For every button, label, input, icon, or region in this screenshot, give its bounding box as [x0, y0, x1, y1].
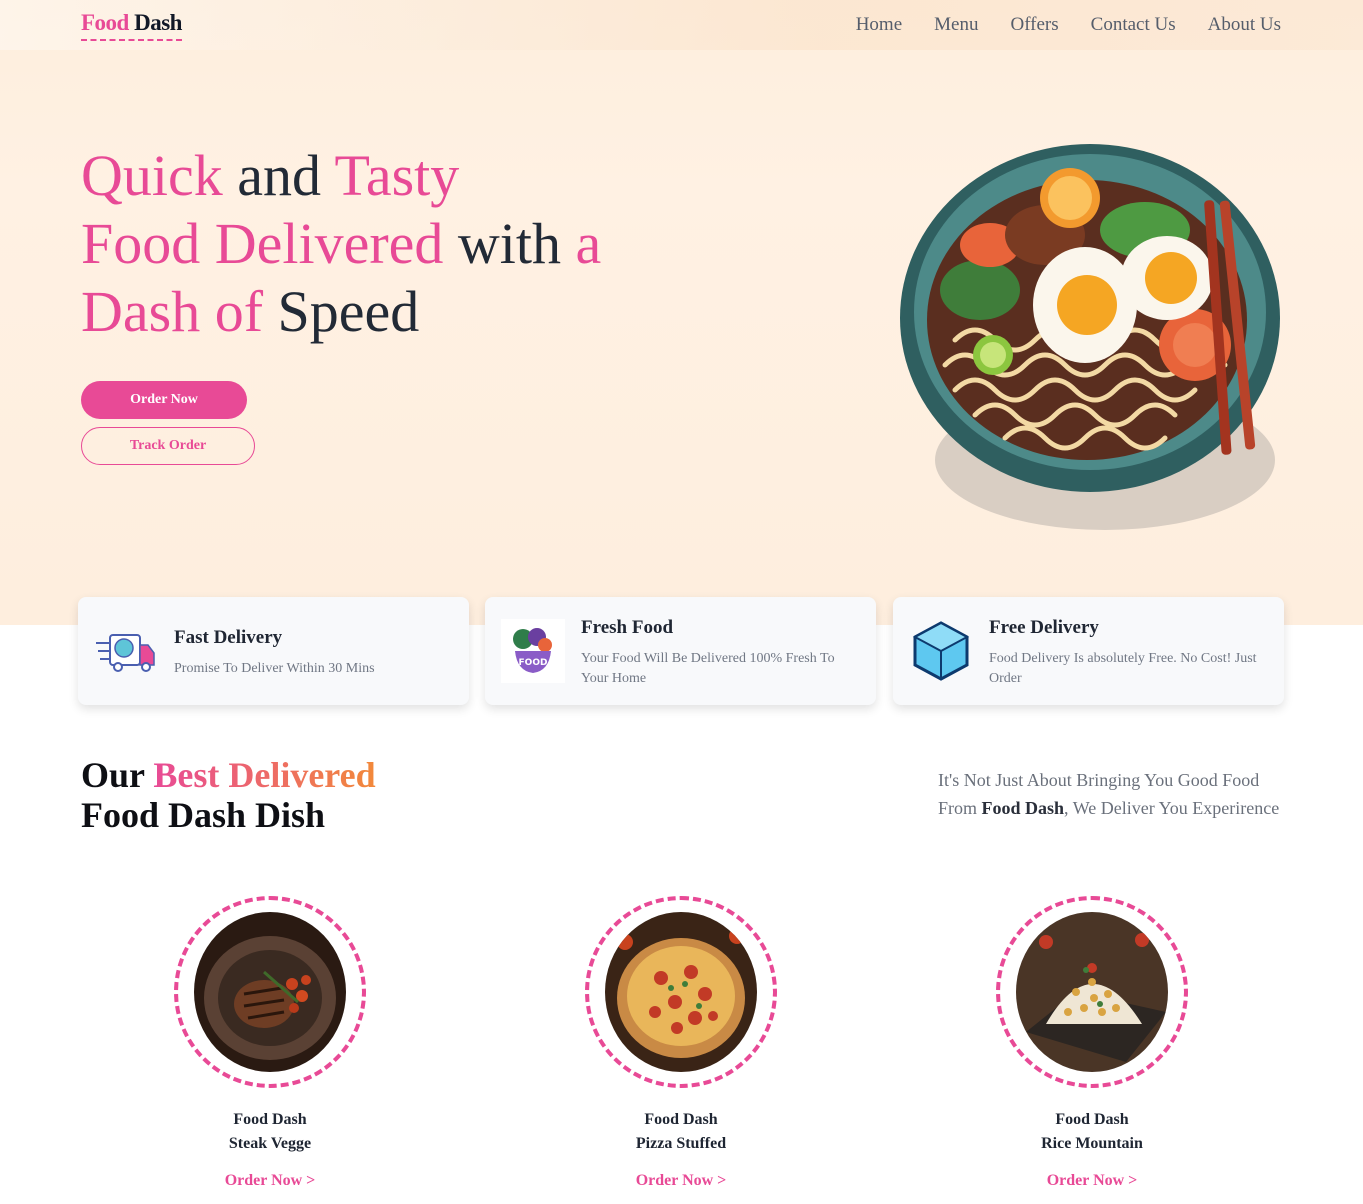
feature-card-free-delivery: Free Delivery Food Delivery Is absolutel…	[893, 597, 1284, 705]
feature-card-fresh-food: FOOD Fresh Food Your Food Will Be Delive…	[485, 597, 876, 705]
feature-description: Your Food Will Be Delivered 100% Fresh T…	[581, 651, 835, 686]
headline-word: Food Delivered	[81, 211, 444, 276]
section-title-word: Our	[81, 755, 145, 795]
dish-brand: Food Dash	[233, 1111, 307, 1128]
feature-description: Food Delivery Is absolutely Free. No Cos…	[989, 651, 1257, 686]
section-title-line2: Food Dash Dish	[81, 795, 326, 835]
section-title-highlight: Best Delivered	[153, 755, 376, 795]
steak-dish-image	[194, 912, 346, 1072]
logo-part-food: Food	[81, 10, 129, 35]
headline-word: Tasty	[334, 143, 460, 208]
delivery-truck-icon	[96, 634, 155, 672]
nav-menu[interactable]: Menu	[934, 14, 978, 36]
dish-image-ring	[996, 896, 1188, 1088]
dish-title: Pizza Stuffed	[635, 1135, 727, 1152]
feature-title: Free Delivery	[989, 617, 1099, 638]
track-order-button[interactable]: Track Order	[81, 427, 255, 465]
dish-name: Food Dash Rice Mountain	[992, 1108, 1192, 1156]
dish-name: Food Dash Steak Vegge	[170, 1108, 370, 1156]
fresh-food-icon: FOOD	[501, 619, 565, 683]
dish-name: Food Dash Pizza Stuffed	[581, 1108, 781, 1156]
order-now-button[interactable]: Order Now	[81, 381, 247, 419]
nav-contact-us[interactable]: Contact Us	[1091, 14, 1176, 36]
nav-home[interactable]: Home	[856, 14, 902, 36]
ramen-bowl-image	[900, 144, 1280, 530]
headline-word: Speed	[277, 279, 420, 344]
feature-description: Promise To Deliver Within 30 Mins	[174, 661, 375, 676]
main-nav: Home Menu Offers Contact Us About Us	[856, 14, 1281, 36]
headline-word: and	[237, 143, 321, 208]
dish-card: Food Dash Rice Mountain Order Now >	[992, 896, 1192, 1190]
dish-brand: Food Dash	[1055, 1111, 1129, 1128]
nav-offers[interactable]: Offers	[1010, 14, 1058, 36]
nav-about-us[interactable]: About Us	[1208, 14, 1281, 36]
dish-order-link[interactable]: Order Now >	[1047, 1172, 1138, 1190]
dish-order-link[interactable]: Order Now >	[636, 1172, 727, 1190]
hero-headline: Quick and Tasty Food Delivered with a Da…	[81, 142, 601, 346]
subtitle-text: , We Deliver You Experirence	[1064, 798, 1280, 818]
dish-card: Food Dash Pizza Stuffed Order Now >	[581, 896, 781, 1190]
dish-brand: Food Dash	[644, 1111, 718, 1128]
headline-word: a	[575, 211, 602, 276]
dish-image-ring	[174, 896, 366, 1088]
feature-title: Fresh Food	[581, 617, 674, 638]
section-subtitle: It's Not Just About Bringing You Good Fo…	[938, 766, 1288, 822]
headline-word: with	[457, 211, 562, 276]
headline-word: Dash of	[81, 279, 264, 344]
box-icon	[912, 621, 970, 681]
dish-image-ring	[585, 896, 777, 1088]
logo[interactable]: Food Dash	[81, 10, 182, 41]
svg-text:FOOD: FOOD	[519, 658, 548, 668]
dish-card: Food Dash Steak Vegge Order Now >	[170, 896, 370, 1190]
dish-title: Steak Vegge	[228, 1135, 312, 1152]
dish-order-link[interactable]: Order Now >	[225, 1172, 316, 1190]
headline-word: Quick	[81, 143, 223, 208]
rice-dish-image	[1016, 912, 1168, 1072]
logo-part-dash: Dash	[134, 10, 182, 35]
feature-card-fast-delivery: Fast Delivery Promise To Deliver Within …	[78, 597, 469, 705]
section-title: Our Best Delivered Food Dash Dish	[81, 755, 376, 835]
feature-title: Fast Delivery	[174, 627, 283, 648]
pizza-dish-image	[605, 912, 757, 1072]
dish-title: Rice Mountain	[1041, 1135, 1143, 1152]
subtitle-brand: Food Dash	[981, 798, 1065, 818]
